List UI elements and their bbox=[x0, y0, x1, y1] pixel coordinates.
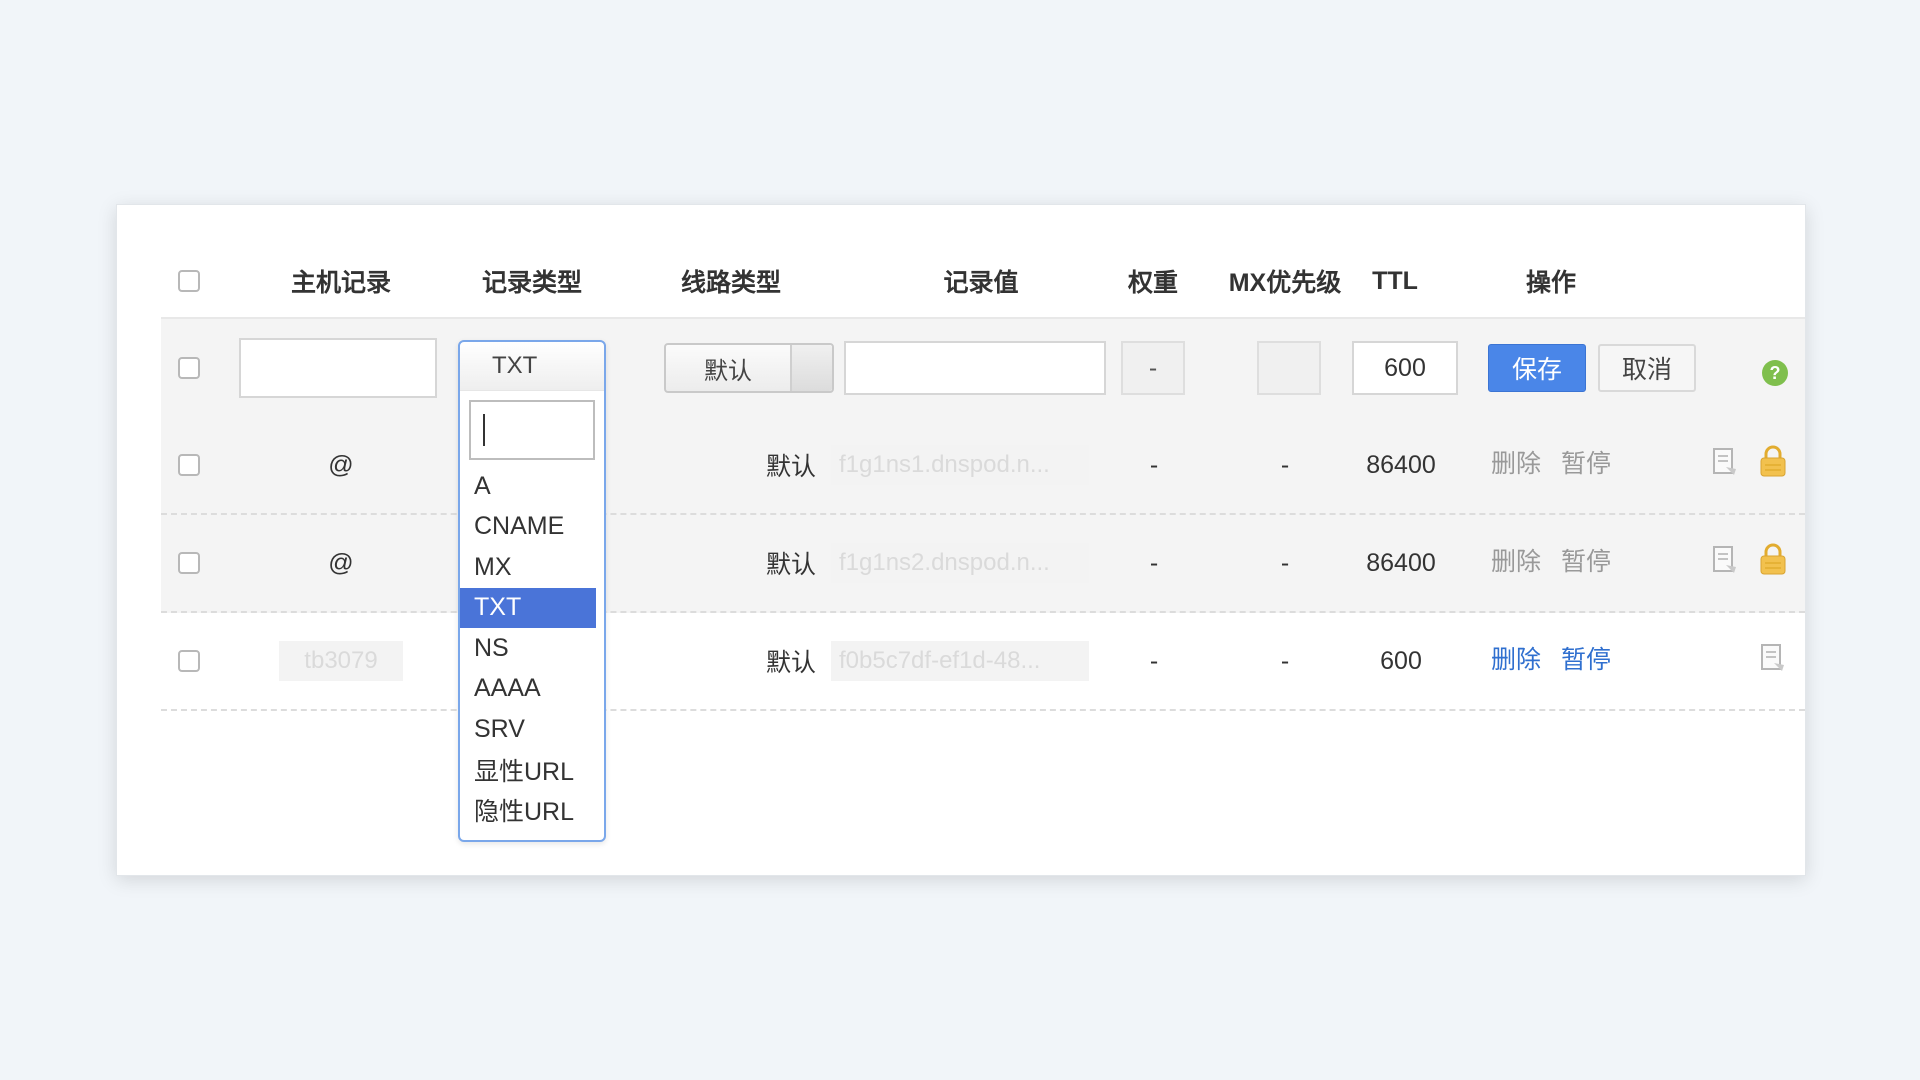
option-implicit-url[interactable]: 隐性URL bbox=[460, 790, 596, 831]
option-cname[interactable]: CNAME bbox=[460, 507, 596, 548]
dropdown-arrow-icon bbox=[790, 345, 832, 391]
weight-cell: - bbox=[1149, 646, 1159, 675]
header-line: 线路类型 bbox=[680, 269, 781, 297]
delete-link[interactable]: 删除 bbox=[1491, 542, 1541, 578]
header-mx: MX优先级 bbox=[1228, 269, 1342, 297]
record-value-cell: f0b5c7df-ef1d-48... bbox=[831, 641, 1089, 681]
header-type: 记录类型 bbox=[481, 269, 582, 297]
header-ttl: TTL bbox=[1372, 266, 1418, 295]
record-type-select[interactable]: TXT bbox=[460, 342, 604, 391]
table-row: @ 默认 f1g1ns2.dnspod.n... - - 86400 删除 暂停 bbox=[161, 515, 1805, 613]
host-cell: tb3079 bbox=[279, 641, 403, 681]
option-ns[interactable]: NS bbox=[460, 628, 596, 669]
header-weight: 权重 bbox=[1127, 269, 1178, 297]
delete-link[interactable]: 删除 bbox=[1491, 444, 1541, 480]
select-all-checkbox[interactable] bbox=[178, 270, 200, 292]
note-icon[interactable] bbox=[1712, 447, 1738, 477]
note-icon[interactable] bbox=[1760, 643, 1786, 673]
line-type-value: 默认 bbox=[704, 357, 752, 385]
table-header: 主机记录 记录类型 线路类型 记录值 权重 MX优先级 TTL 操作 bbox=[161, 245, 1805, 317]
pause-link[interactable]: 暂停 bbox=[1561, 542, 1611, 578]
mx-cell: - bbox=[1280, 450, 1290, 479]
host-cell: @ bbox=[328, 548, 354, 577]
header-ops: 操作 bbox=[1525, 269, 1576, 297]
line-cell: 默认 bbox=[765, 453, 816, 481]
lock-icon[interactable] bbox=[1759, 445, 1787, 477]
row-checkbox[interactable] bbox=[178, 454, 200, 476]
text-caret bbox=[483, 414, 485, 446]
row-checkbox[interactable] bbox=[178, 357, 200, 379]
row-checkbox[interactable] bbox=[178, 552, 200, 574]
dropdown-options: A CNAME MX TXT NS AAAA SRV 显性URL 隐性URL bbox=[460, 466, 604, 831]
option-aaaa[interactable]: AAAA bbox=[460, 669, 596, 710]
record-value-cell: f1g1ns1.dnspod.n... bbox=[831, 445, 1089, 485]
save-button[interactable]: 保存 bbox=[1488, 344, 1586, 392]
mx-cell: - bbox=[1280, 646, 1290, 675]
ttl-cell: 86400 bbox=[1366, 548, 1436, 577]
option-srv[interactable]: SRV bbox=[460, 709, 596, 750]
table-row: @ 默认 f1g1ns1.dnspod.n... - - 86400 删除 暂停 bbox=[161, 417, 1805, 515]
table-row: tb3079 默认 f0b5c7df-ef1d-48... - - 600 删除… bbox=[161, 613, 1805, 711]
pause-link[interactable]: 暂停 bbox=[1561, 640, 1611, 676]
record-type-dropdown[interactable]: TXT A CNAME MX TXT NS AAAA SRV 显性URL 隐性U… bbox=[458, 340, 606, 842]
lock-icon[interactable] bbox=[1759, 543, 1787, 575]
line-cell: 默认 bbox=[765, 649, 816, 677]
line-cell: 默认 bbox=[765, 551, 816, 579]
header-value: 记录值 bbox=[943, 269, 1019, 297]
weight-cell: - bbox=[1149, 450, 1159, 479]
ttl-cell: 600 bbox=[1380, 646, 1422, 675]
dropdown-search-input[interactable] bbox=[469, 400, 595, 460]
option-txt[interactable]: TXT bbox=[460, 587, 596, 628]
ttl-input[interactable]: 600 bbox=[1352, 341, 1458, 395]
pause-link[interactable]: 暂停 bbox=[1561, 444, 1611, 480]
host-input[interactable] bbox=[239, 338, 437, 398]
option-a[interactable]: A bbox=[460, 466, 596, 507]
option-mx[interactable]: MX bbox=[460, 547, 596, 588]
delete-link[interactable]: 删除 bbox=[1491, 640, 1541, 676]
dns-records-card: 主机记录 记录类型 线路类型 记录值 权重 MX优先级 TTL 操作 默认 - bbox=[116, 204, 1806, 876]
edit-row: 默认 - 600 保存 取消 ? bbox=[161, 317, 1805, 419]
option-explicit-url[interactable]: 显性URL bbox=[460, 750, 596, 791]
host-cell: @ bbox=[328, 450, 354, 479]
weight-input[interactable]: - bbox=[1121, 341, 1185, 395]
header-checkbox-cell bbox=[161, 245, 217, 317]
record-value-input[interactable] bbox=[844, 341, 1106, 395]
record-value-cell: f1g1ns2.dnspod.n... bbox=[831, 543, 1089, 583]
header-host: 主机记录 bbox=[290, 269, 391, 297]
cancel-button[interactable]: 取消 bbox=[1598, 344, 1696, 392]
weight-cell: - bbox=[1149, 548, 1159, 577]
mx-priority-input[interactable] bbox=[1257, 341, 1321, 395]
help-icon[interactable]: ? bbox=[1762, 360, 1788, 386]
note-icon[interactable] bbox=[1712, 545, 1738, 575]
row-checkbox[interactable] bbox=[178, 650, 200, 672]
ttl-cell: 86400 bbox=[1366, 450, 1436, 479]
line-type-select[interactable]: 默认 bbox=[664, 343, 834, 393]
mx-cell: - bbox=[1280, 548, 1290, 577]
